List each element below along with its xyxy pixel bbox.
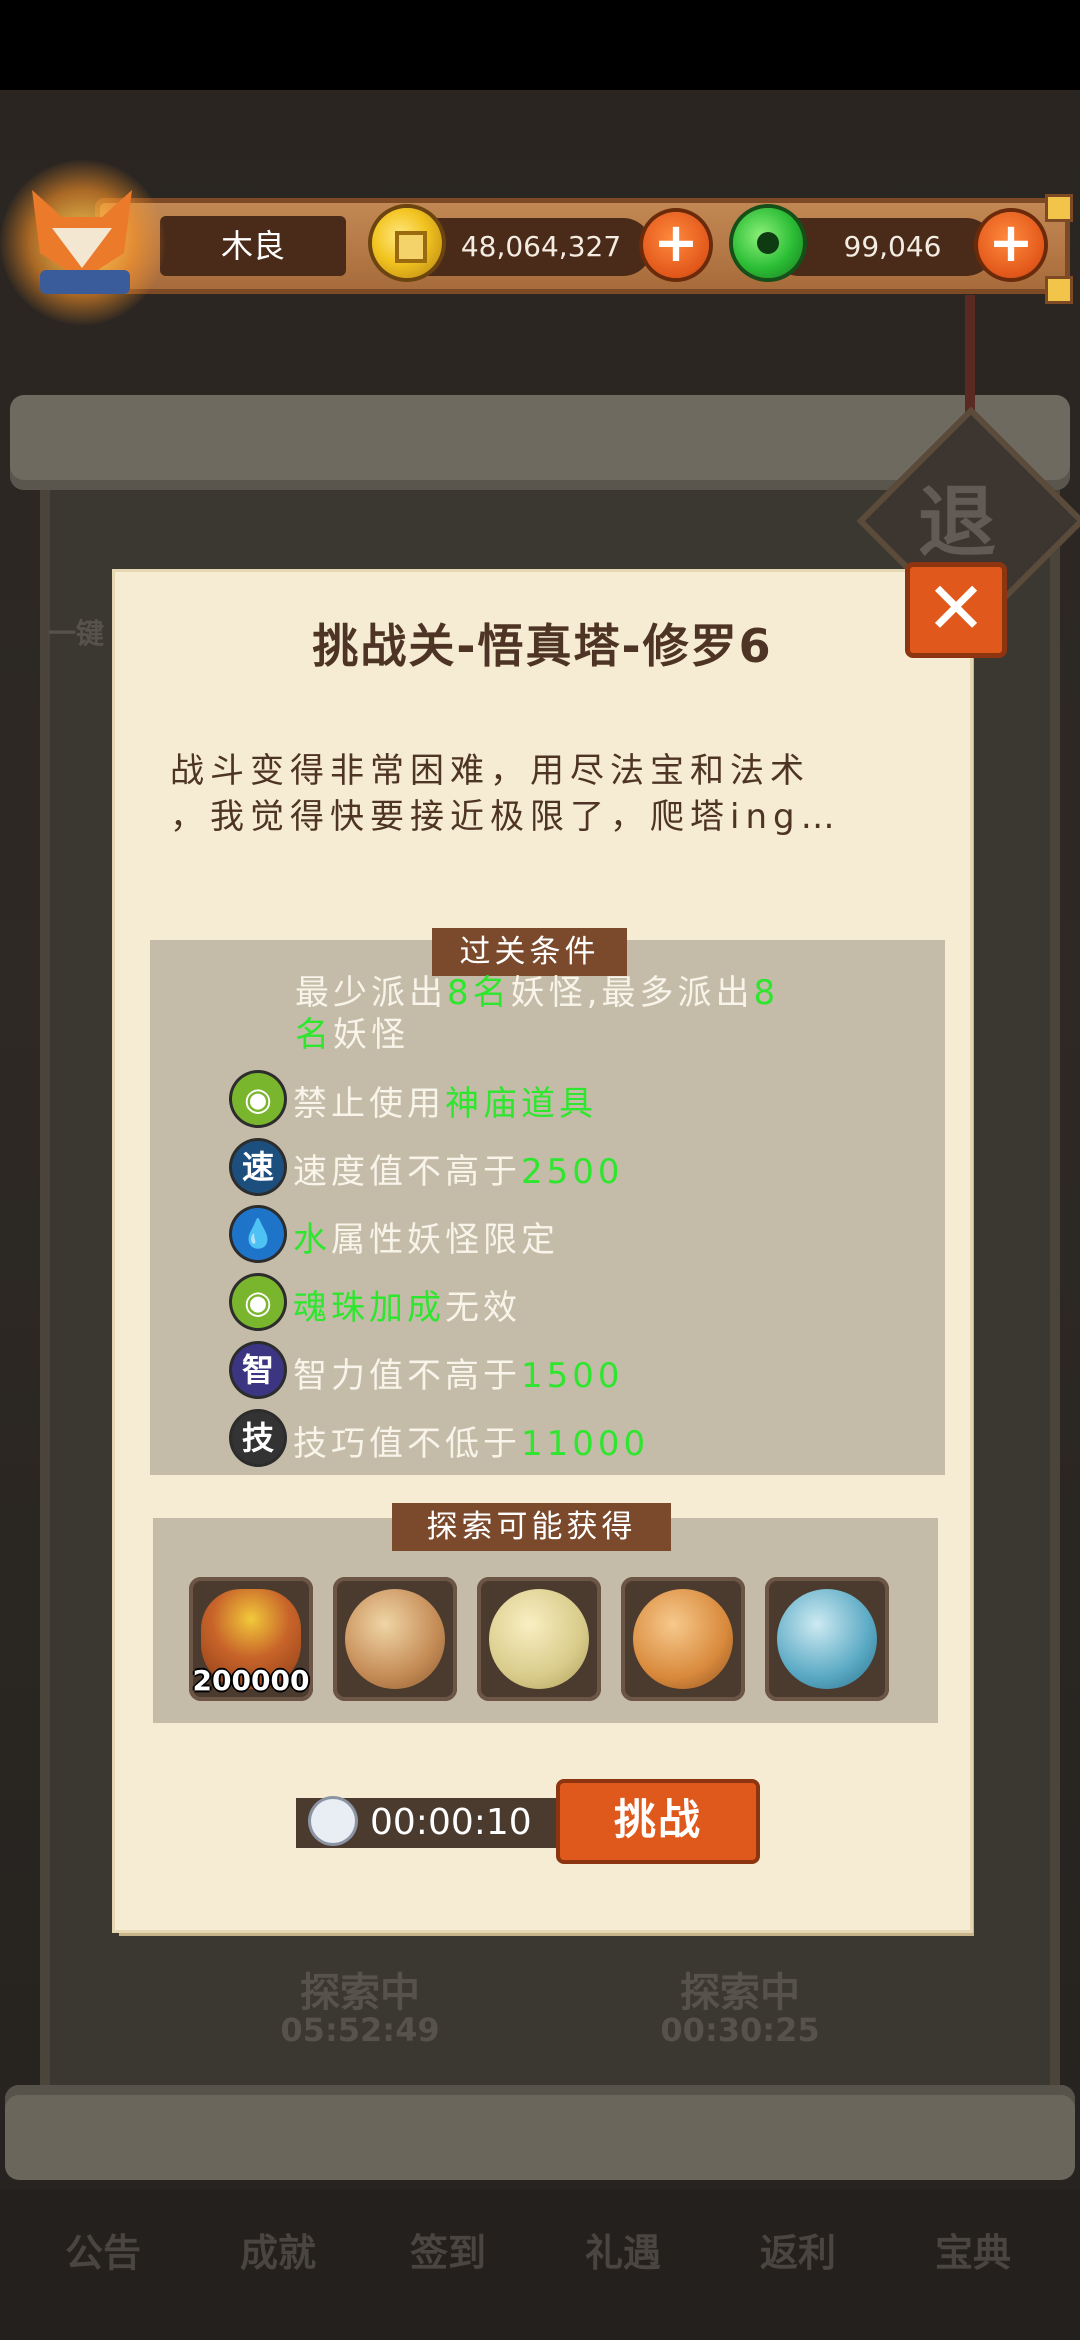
condition-row: 智力值不高于1500 [293,1356,624,1396]
nav-announcement[interactable]: 公告 [65,2222,141,2277]
jade-amount: 99,046 [843,230,942,263]
tower-status-2: 探索中 00:30:25 [660,1970,820,2049]
challenge-button[interactable]: 挑战 [556,1779,760,1864]
wood-item-icon [633,1589,733,1689]
corner-bolt [1045,194,1073,222]
nav-guide[interactable]: 宝典 [935,2222,1011,2277]
exit-sign-label: 退 [918,478,997,568]
fox-avatar-collar [40,270,130,294]
deploy-condition: 最少派出8名妖怪,最多派出8 名妖怪 [295,973,780,1055]
speed-icon: 速 [232,1141,284,1193]
rewards-label: 探索可能获得 [392,1503,671,1551]
timer-value: 00:00:10 [370,1802,532,1843]
nav-rebate[interactable]: 返利 [760,2222,836,2277]
reward-slot[interactable] [477,1577,601,1701]
condition-row: 速度值不高于2500 [293,1152,624,1192]
reward-slot[interactable]: 200000 [189,1577,313,1701]
gold-coin-icon [372,208,442,278]
player-name: 木良 [220,227,285,265]
conditions-label: 过关条件 [432,928,627,976]
jade-icon [733,208,803,278]
corner-bolt [1045,276,1073,304]
intelligence-icon: 智 [232,1344,284,1396]
condition-row: 水属性妖怪限定 [293,1220,559,1260]
reward-slot[interactable] [765,1577,889,1701]
bottom-nav [0,2190,1080,2340]
condition-row: 魂珠加成无效 [293,1288,521,1328]
stopwatch-icon [311,1799,355,1843]
status-bar [0,0,1080,90]
reward-count: 200000 [192,1664,310,1697]
close-button[interactable]: ✕ [905,562,1007,658]
stone-item-icon [489,1589,589,1689]
soul-orb-icon: ◉ [232,1276,284,1328]
water-drop-icon: 💧 [232,1208,284,1260]
tower-status-1: 探索中 05:52:49 [280,1970,440,2049]
crystal-item-icon [777,1589,877,1689]
skill-icon: 技 [232,1412,284,1464]
nav-checkin[interactable]: 签到 [410,2222,486,2277]
one-click-label: 一键 [48,617,105,650]
nav-gifts[interactable]: 礼遇 [585,2222,661,2277]
scroll-roller-bottom [5,2085,1075,2180]
soul-orb-icon: ◉ [232,1073,284,1125]
nav-achievements[interactable]: 成就 [240,2222,316,2277]
condition-row: 技巧值不低于11000 [293,1424,650,1464]
rock-item-icon [345,1589,445,1689]
add-jade-button[interactable]: + [978,212,1044,278]
add-coins-button[interactable]: + [643,212,709,278]
reward-slot[interactable] [333,1577,457,1701]
coin-amount: 48,064,327 [460,230,622,263]
condition-row: 禁止使用神庙道具 [293,1084,597,1124]
dialog-description: 战斗变得非常困难，用尽法宝和法术 ，我觉得快要接近极限了，爬塔ing… [170,751,841,837]
reward-slot[interactable] [621,1577,745,1701]
dialog-title: 挑战关-悟真塔-修罗6 [312,619,773,673]
